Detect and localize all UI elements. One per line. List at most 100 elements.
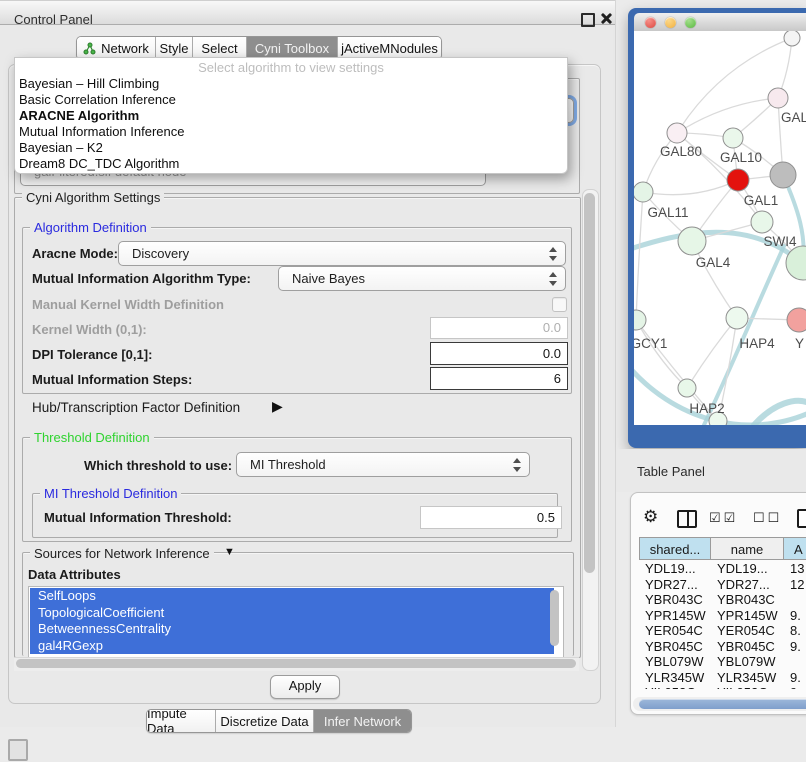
node-gal10[interactable] [723, 128, 743, 148]
node-label: GAL10 [720, 150, 762, 165]
node-gal11[interactable] [634, 182, 653, 202]
list-item[interactable]: BetweennessCentrality [30, 621, 554, 638]
aracne-mode-label: Aracne Mode: [32, 246, 118, 261]
tab-impute-data[interactable]: Impute Data [147, 710, 216, 732]
minimize-window-icon[interactable] [665, 17, 676, 28]
tab-select[interactable]: Select [193, 37, 247, 59]
node-hap2[interactable] [678, 379, 696, 397]
tab-cyni-toolbox[interactable]: Cyni Toolbox [247, 37, 338, 59]
node-hap4[interactable] [726, 307, 748, 329]
table-body: YDL19...YDL19...13 YDR27...YDR27...12 YB… [639, 561, 806, 689]
list-scrollbar-thumb[interactable] [550, 590, 559, 646]
mi-threshold-field[interactable]: 0.5 [420, 506, 562, 529]
stepper-arrows-icon [549, 247, 557, 261]
combobox-value: MI Threshold [250, 457, 326, 472]
checked-pair-icon[interactable]: ☑☑ [709, 510, 738, 526]
expand-collapsed-icon[interactable]: ▶ [272, 398, 283, 415]
node-label: Y [795, 336, 804, 351]
table-row[interactable]: YIL052CYIL052C9. [639, 685, 806, 689]
node-label: GCY1 [634, 336, 667, 351]
tab-style[interactable]: Style [156, 37, 193, 59]
combobox-value: Discovery [132, 246, 189, 261]
tab-discretize-data[interactable]: Discretize Data [216, 710, 314, 732]
cell: YLR345W [717, 670, 785, 686]
group-title: Threshold Definition [30, 430, 154, 445]
table-row[interactable]: YBL079WYBL079W [639, 654, 806, 670]
cell: YIL052C [717, 685, 785, 689]
network-canvas[interactable]: GAL GAL80 GAL10 GAL1 GAL11 SWI4 GAL4 GCY… [634, 31, 806, 425]
node-gal4[interactable] [678, 227, 706, 255]
list-item[interactable]: SelfLoops [30, 588, 554, 605]
field-value: 0.0 [543, 320, 561, 335]
tab-infer-network[interactable]: Infer Network [314, 710, 411, 732]
table-row[interactable]: YLR345WYLR345W9. [639, 670, 806, 686]
node-gal80[interactable] [667, 123, 687, 143]
popup-item-selected[interactable]: ARACNE Algorithm [19, 108, 563, 124]
which-threshold-combobox[interactable]: MI Threshold [236, 452, 530, 477]
popup-item[interactable]: Mutual Information Inference [19, 124, 563, 140]
list-item[interactable]: TopologicalCoefficient [30, 605, 554, 622]
edge [636, 192, 643, 320]
close-window-icon[interactable] [645, 17, 656, 28]
popup-item[interactable]: Bayesian – K2 [19, 140, 563, 156]
apply-button[interactable]: Apply [270, 675, 340, 699]
node-label: GAL1 [744, 193, 779, 208]
settings-vscrollbar-thumb[interactable] [584, 193, 595, 573]
column-header-shared-name[interactable]: shared... [639, 537, 711, 560]
popup-item[interactable]: Dream8 DC_TDC Algorithm [19, 156, 563, 172]
table-row[interactable]: YDL19...YDL19...13 [639, 561, 806, 577]
tab-label: Cyni Toolbox [255, 41, 329, 56]
node-swi4[interactable] [751, 211, 773, 233]
kernel-width-field[interactable]: 0.0 [430, 317, 568, 339]
dpi-tolerance-field[interactable]: 0.0 [430, 342, 568, 365]
manual-kernel-checkbox[interactable] [552, 297, 567, 312]
mi-type-label: Mutual Information Algorithm Type: [32, 271, 251, 286]
node-gcy1[interactable] [634, 310, 646, 330]
cell: YPR145W [645, 608, 711, 624]
dpi-tolerance-label: DPI Tolerance [0,1]: [32, 347, 152, 362]
gear-icon[interactable]: ⚙ [643, 508, 658, 525]
algorithm-popup: Select algorithm to view settings Bayesi… [14, 57, 568, 174]
node-gal1-selected[interactable] [727, 169, 749, 191]
column-header-name[interactable]: name [711, 537, 784, 560]
tab-network[interactable]: Network [77, 37, 156, 59]
combobox-value: Naive Bayes [292, 271, 365, 286]
table-row[interactable]: YDR27...YDR27...12 [639, 577, 806, 593]
zoom-window-icon[interactable] [685, 17, 696, 28]
close-panel-icon[interactable] [599, 11, 613, 25]
table-panel-box: ⚙ ☑☑ ☐☐ shared... name A YDL19...YDL19..… [630, 492, 806, 715]
popup-prompt: Select algorithm to view settings [15, 60, 567, 75]
bottom-tabbar: Impute Data Discretize Data Infer Networ… [146, 709, 412, 733]
docked-panel-icon[interactable] [8, 739, 28, 761]
unchecked-pair-icon[interactable]: ☐☐ [753, 510, 782, 526]
tab-jactivemnodules[interactable]: jActiveMNodules [338, 37, 441, 59]
popup-item[interactable]: Basic Correlation Inference [19, 92, 563, 108]
node-gray[interactable] [770, 162, 796, 188]
column-header-partial[interactable]: A [784, 537, 806, 560]
node-label: SWI4 [763, 234, 796, 249]
data-attributes-label: Data Attributes [28, 567, 121, 582]
popup-item[interactable]: Bayesian – Hill Climbing [19, 76, 563, 92]
table-row[interactable]: YBR043CYBR043C [639, 592, 806, 608]
table-mode-icon[interactable] [797, 509, 806, 528]
list-item[interactable]: gal4RGexp [30, 638, 554, 655]
network-window-titlebar[interactable] [634, 13, 806, 32]
expand-open-icon[interactable]: ▼ [224, 546, 235, 558]
aracne-mode-combobox[interactable]: Discovery [118, 241, 566, 266]
node-salmon[interactable] [787, 308, 806, 332]
edge [677, 98, 778, 133]
float-panel-icon[interactable] [581, 13, 595, 27]
split-columns-icon[interactable] [677, 510, 697, 528]
table-row[interactable]: YPR145WYPR145W9. [639, 608, 806, 624]
mi-steps-field[interactable]: 6 [430, 367, 568, 390]
checkbox-unchecked-icon: ☐ [768, 510, 783, 525]
cell: YDR27... [717, 577, 785, 593]
node[interactable] [784, 31, 800, 46]
node-gal7[interactable] [768, 88, 788, 108]
settings-hscrollbar-thumb[interactable] [16, 659, 576, 668]
table-hscrollbar-thumb[interactable] [639, 699, 806, 709]
table-row[interactable]: YBR045CYBR045C9. [639, 639, 806, 655]
table-row[interactable]: YER054CYER054C8. [639, 623, 806, 639]
stepper-arrows-icon [549, 272, 557, 286]
mi-type-combobox[interactable]: Naive Bayes [278, 266, 566, 291]
